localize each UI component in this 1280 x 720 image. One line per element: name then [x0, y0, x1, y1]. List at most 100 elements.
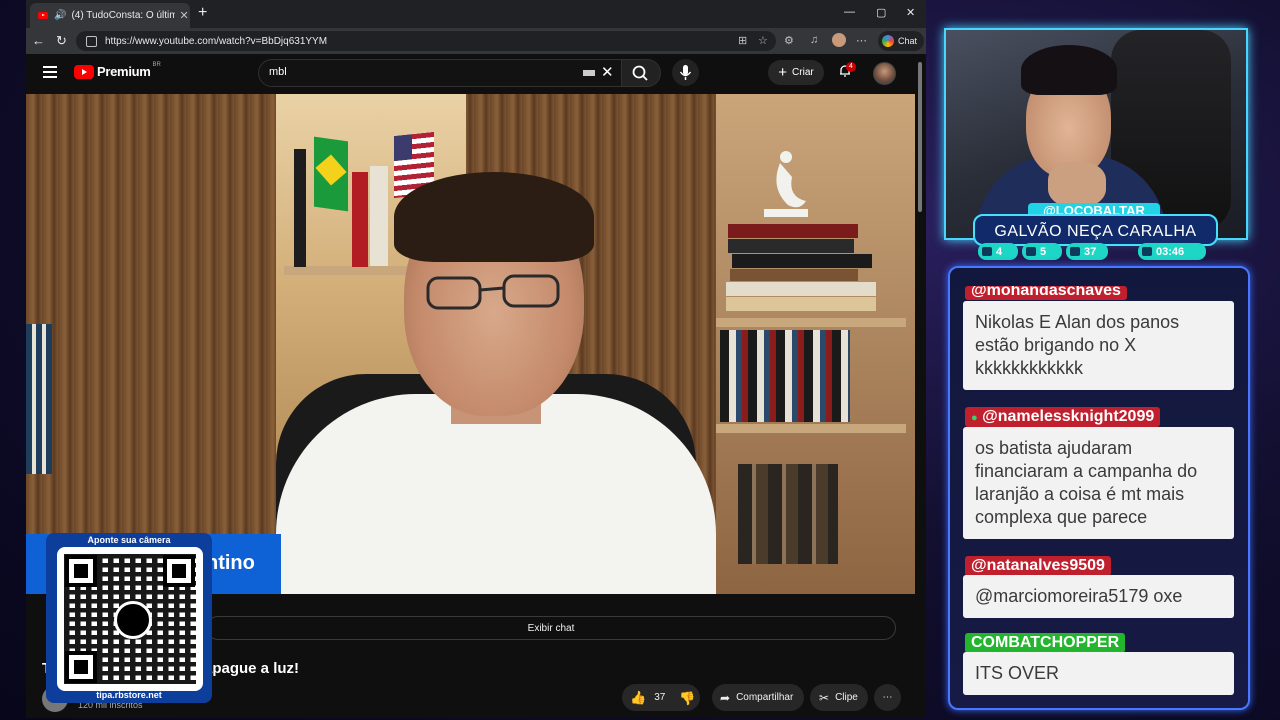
clear-search-icon[interactable]: ✕: [601, 63, 614, 81]
create-label: Criar: [792, 67, 814, 78]
thumbs-up-icon[interactable]: 👍: [630, 690, 646, 706]
extensions-icon[interactable]: ⚙: [784, 34, 794, 47]
logo-region: BR: [152, 61, 161, 68]
book: [728, 224, 858, 238]
more-actions-button[interactable]: ⋯: [874, 684, 901, 711]
tab-title: (4) TudoConsta: O último a sair...: [71, 10, 176, 21]
person-shirt: [276, 394, 716, 594]
qr-finder: [163, 555, 195, 587]
book: [726, 282, 876, 296]
profile-avatar[interactable]: [832, 33, 846, 47]
youtube-play-icon: [74, 64, 94, 79]
statue-ornament: [764, 151, 808, 217]
chat-count: 4: [996, 245, 1003, 258]
copilot-icon: [882, 35, 894, 47]
chat-message: @marciomoreira5179 oxe: [963, 575, 1234, 618]
viewers-icon: [1070, 247, 1080, 256]
youtube-logo[interactable]: Premium BR: [74, 61, 161, 79]
chat-username: @mohandaschaves: [965, 286, 1127, 300]
shelf-plank: [716, 318, 906, 327]
timer-badge: 03:46: [1138, 243, 1206, 260]
search-icon: [632, 65, 648, 81]
minimize-button[interactable]: —: [844, 6, 855, 18]
viewer-count: 37: [1084, 245, 1097, 258]
streamer-hair: [1021, 45, 1117, 95]
glasses: [426, 274, 560, 310]
scissors-icon: ✂: [819, 690, 830, 705]
like-count: 37: [654, 692, 666, 703]
like-dislike-group: 👍 37 👍: [622, 684, 700, 711]
search-button[interactable]: [621, 59, 661, 87]
share-icon: ➦: [720, 690, 731, 705]
brazil-flag: [314, 136, 348, 212]
copilot-chat-button[interactable]: Chat: [878, 31, 924, 51]
timer-value: 03:46: [1156, 245, 1185, 258]
chat-username: @namelessknight2099: [982, 408, 1155, 425]
streamer-hands: [1048, 162, 1106, 207]
person-hair: [394, 172, 594, 262]
page-scrollbar[interactable]: [917, 60, 923, 710]
lower-third-text: ntino: [206, 552, 255, 574]
share-button[interactable]: ➦ Compartilhar: [712, 684, 804, 711]
clip-label: Clipe: [835, 692, 858, 703]
microphone-icon: [679, 65, 692, 80]
chat-button-label: Chat: [898, 36, 918, 46]
podcast-mic-icon: [114, 601, 152, 639]
book: [730, 269, 858, 281]
address-bar[interactable]: https://www.youtube.com/watch?v=BbDjq631…: [76, 31, 776, 51]
book: [726, 297, 876, 311]
new-tab-button[interactable]: +: [198, 4, 207, 22]
keyboard-icon[interactable]: [583, 70, 595, 76]
account-avatar[interactable]: [873, 62, 896, 85]
speaker-icon[interactable]: 🔊: [54, 10, 66, 21]
show-chat-button[interactable]: Exibir chat: [206, 616, 896, 640]
live-chat-panel: @mohandaschaves Nikolas E Alan dos panos…: [948, 266, 1250, 710]
book-row: [720, 330, 850, 422]
qr-url: tipa.rbstore.net: [96, 690, 162, 700]
reload-icon[interactable]: ↻: [56, 33, 67, 49]
video-title-text: apague a luz!: [204, 660, 300, 677]
back-icon[interactable]: ←: [32, 33, 45, 48]
thumbs-down-icon[interactable]: 👍: [679, 690, 695, 706]
book: [370, 166, 388, 266]
book-row: [738, 464, 838, 564]
badge-icon: ●: [971, 412, 978, 424]
chat-username-row: ● @namelessknight2099: [965, 407, 1161, 427]
create-button[interactable]: + Criar: [768, 60, 824, 85]
search-query: mbl: [269, 66, 287, 78]
viewer-count-badge: 37: [1066, 243, 1108, 260]
book: [294, 149, 306, 267]
maximize-button[interactable]: ▢: [876, 6, 886, 19]
chat-message: Nikolas E Alan dos panos estão brigando …: [963, 301, 1234, 390]
shelf-plank: [716, 424, 906, 433]
search-input[interactable]: mbl ✕: [258, 59, 622, 87]
tab-strip: 🔊 (4) TudoConsta: O último a sair... ✕ +…: [26, 0, 926, 28]
chat-icon: [982, 247, 992, 256]
favorite-star-icon[interactable]: ☆: [758, 34, 768, 47]
book: [352, 172, 368, 267]
clock-icon: [1142, 247, 1152, 256]
menu-icon[interactable]: [43, 66, 57, 78]
share-label: Compartilhar: [736, 692, 794, 703]
browser-tab[interactable]: 🔊 (4) TudoConsta: O último a sair... ✕: [30, 3, 190, 28]
media-control-icon[interactable]: ♫: [810, 34, 818, 46]
video-player[interactable]: ntino: [26, 94, 915, 594]
stream-banner: GALVÃO NEÇA CARALHA: [973, 214, 1218, 246]
qr-finder: [65, 651, 97, 683]
youtube-count-badge: 5: [1022, 243, 1062, 260]
chat-username: COMBATCHOPPER: [965, 633, 1126, 653]
clip-button[interactable]: ✂ Clipe: [810, 684, 868, 711]
url-text: https://www.youtube.com/watch?v=BbDjq631…: [105, 35, 328, 47]
address-bar-row: ← ↻ https://www.youtube.com/watch?v=BbDj…: [26, 28, 926, 54]
chat-username: @natanalves9509: [965, 556, 1111, 576]
tab-close-icon[interactable]: ✕: [179, 9, 188, 22]
scrollbar-thumb[interactable]: [918, 62, 922, 212]
voice-search-button[interactable]: [672, 59, 699, 86]
more-menu-icon[interactable]: ⋯: [856, 34, 867, 47]
app-icon[interactable]: ⊞: [738, 34, 747, 47]
qr-header: Aponte sua câmera: [87, 535, 171, 545]
youtube-count: 5: [1040, 245, 1047, 258]
close-window-button[interactable]: ✕: [906, 6, 915, 19]
chat-message: ITS OVER: [963, 652, 1234, 695]
site-info-icon[interactable]: [86, 35, 97, 47]
